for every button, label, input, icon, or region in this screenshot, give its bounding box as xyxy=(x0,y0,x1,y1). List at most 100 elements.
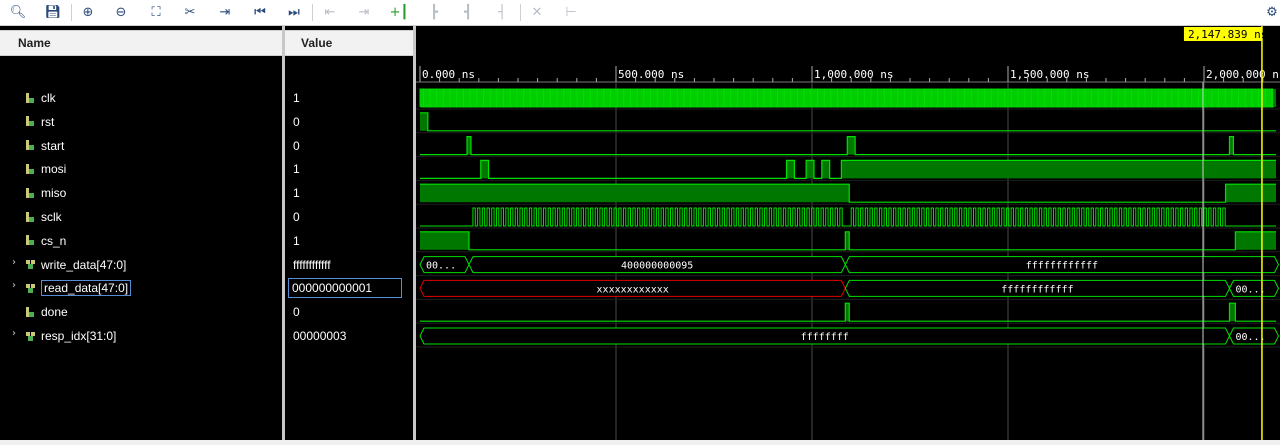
read-data-value-label: ffffffffffff xyxy=(1001,284,1073,295)
zoom-in-icon: ⊕ xyxy=(82,4,94,20)
swap-cursors-button[interactable]: ┤ xyxy=(492,3,512,21)
bus-signal-icon xyxy=(26,259,35,270)
signal-name: sclk xyxy=(41,210,62,224)
bit-signal-icon xyxy=(26,116,35,127)
signal-value: 1 xyxy=(293,233,300,248)
signal-name: resp_idx[31:0] xyxy=(41,329,117,343)
miso-high-fill xyxy=(1225,184,1276,203)
toolbar-separator xyxy=(312,4,313,21)
mosi-high-fill xyxy=(480,160,489,179)
signal-value: ffffffffffff xyxy=(293,257,331,272)
expand-chevron-icon[interactable]: › xyxy=(12,328,16,339)
signal-row-done[interactable]: done xyxy=(26,302,68,322)
go-end-button[interactable]: ⏭ xyxy=(284,3,304,21)
waveform-canvas[interactable]: 0.000 ns 500.000 ns 1,000.000 ns 1,500.000 … xyxy=(416,26,1280,440)
go-beginning-icon: ⏮ xyxy=(254,4,266,20)
signal-row-write_data[interactable]: › write_data[47:0] xyxy=(12,255,127,275)
ruler-label: 2,000.000 ns xyxy=(1206,68,1280,81)
ruler-label: 0.000 ns xyxy=(422,68,475,81)
signal-value: 1 xyxy=(293,186,300,201)
resp-idx-value-label: 00... xyxy=(1235,332,1265,343)
zoom-fit-button[interactable]: ⛶ xyxy=(146,3,166,21)
signal-row-resp_idx[interactable]: › resp_idx[31:0] xyxy=(12,326,117,346)
signal-row-mosi[interactable]: mosi xyxy=(26,159,66,179)
cs-n-high-fill xyxy=(420,231,469,250)
signal-value: 00000003 xyxy=(293,329,347,343)
name-column-header[interactable]: Name xyxy=(0,30,282,56)
go-beginning-button[interactable]: ⏮ xyxy=(250,3,270,21)
previous-transition-icon: ⇤ xyxy=(324,4,336,20)
gear-icon: ⚙ xyxy=(1266,4,1278,20)
signal-value: 0 xyxy=(293,305,300,320)
mosi-high-fill xyxy=(786,160,795,179)
signal-row-clk[interactable]: clk xyxy=(26,88,56,108)
toolbar: 🔍︎ 💾︎ ⊕ ⊖ ⛶ ✂ ⇥ ⏮ ⏭ ⇤ ⇥ +┃ ┣ ┫ ┤ ✕ ⊢ ⚙ xyxy=(0,0,1280,26)
read-data-value-label: xxxxxxxxxxxx xyxy=(597,284,669,295)
settings-button[interactable]: ⚙ xyxy=(1262,3,1280,21)
signal-value: 1 xyxy=(293,162,300,177)
swap-cursors-icon: ┤ xyxy=(498,4,506,20)
clk-trace xyxy=(419,88,1274,108)
expand-chevron-icon[interactable]: › xyxy=(12,257,16,268)
save-button[interactable]: 💾︎ xyxy=(43,3,63,21)
fit-markers-icon: ⊢ xyxy=(565,4,577,20)
signal-row-read_data[interactable]: › read_data[47:0] xyxy=(12,278,132,298)
signal-name: start xyxy=(41,138,65,153)
bit-signal-icon xyxy=(26,187,35,199)
signal-name: write_data[47:0] xyxy=(41,257,127,272)
write-data-value-label: 400000000095 xyxy=(621,261,693,272)
signal-value: 0 xyxy=(293,210,300,224)
zoom-cursor-button[interactable]: ✂ xyxy=(180,3,200,21)
zoom-fit-icon: ⛶ xyxy=(151,4,161,20)
signal-row-rst[interactable]: rst xyxy=(26,112,54,132)
write-data-value-label: ffffffffffff xyxy=(1026,261,1098,272)
signal-value: 0 xyxy=(293,114,300,129)
rst-high-fill xyxy=(420,112,428,131)
bit-signal-icon xyxy=(26,235,35,246)
mosi-high-fill xyxy=(821,160,830,179)
expand-chevron-icon[interactable]: › xyxy=(12,280,16,291)
cs-n-high-fill xyxy=(1235,231,1276,250)
previous-transition-button[interactable]: ⇤ xyxy=(320,3,340,21)
delete-marker-button[interactable]: ✕ xyxy=(527,3,547,21)
search-icon: 🔍︎ xyxy=(9,4,27,20)
previous-marker-button[interactable]: ┣ xyxy=(424,3,444,21)
signal-value-panel xyxy=(285,26,413,440)
go-cursor-button[interactable]: ⇥ xyxy=(215,3,235,21)
search-button[interactable]: 🔍︎ xyxy=(8,3,28,21)
signal-value[interactable]: 000000000001 xyxy=(288,278,402,299)
done-high-fill xyxy=(1229,303,1236,322)
read-data-value-label: 00... xyxy=(1235,284,1265,295)
fit-markers-button[interactable]: ⊢ xyxy=(561,3,581,21)
zoom-out-button[interactable]: ⊖ xyxy=(111,3,131,21)
waveform-viewer[interactable]: 0.000 ns 500.000 ns 1,000.000 ns 1,500.000 … xyxy=(416,26,1280,440)
cursor-time-label: 2,147.839 ns xyxy=(1188,28,1267,41)
add-marker-icon: +┃ xyxy=(389,4,409,20)
value-header-label: Value xyxy=(301,36,333,50)
write-data-value-label: 00... xyxy=(426,261,456,272)
miso-high-fill xyxy=(420,184,850,203)
add-marker-button[interactable]: +┃ xyxy=(389,3,409,21)
toolbar-separator xyxy=(71,4,72,21)
signal-name: cs_n xyxy=(41,233,67,248)
ruler-label: 1,500.000 ns xyxy=(1010,68,1089,81)
start-high-fill xyxy=(847,136,856,155)
signal-row-cs_n[interactable]: cs_n xyxy=(26,231,66,251)
zoom-in-button[interactable]: ⊕ xyxy=(78,3,98,21)
value-column-header[interactable]: Value xyxy=(285,30,413,56)
signal-value: 1 xyxy=(293,91,300,105)
signal-name: clk xyxy=(41,91,56,105)
name-header-label: Name xyxy=(18,36,51,50)
ruler-label: 500.000 ns xyxy=(618,68,684,81)
signal-row-sclk[interactable]: sclk xyxy=(26,207,62,227)
next-transition-button[interactable]: ⇥ xyxy=(354,3,374,21)
bus-signal-icon xyxy=(26,331,35,342)
delete-marker-icon: ✕ xyxy=(531,4,543,20)
signal-row-miso[interactable]: miso xyxy=(26,183,66,203)
next-marker-button[interactable]: ┫ xyxy=(458,3,478,21)
bit-signal-icon xyxy=(26,140,35,151)
bit-signal-icon xyxy=(26,92,35,104)
signal-name: done xyxy=(41,305,68,320)
signal-row-start[interactable]: start xyxy=(26,136,64,156)
signal-name: rst xyxy=(41,114,55,129)
